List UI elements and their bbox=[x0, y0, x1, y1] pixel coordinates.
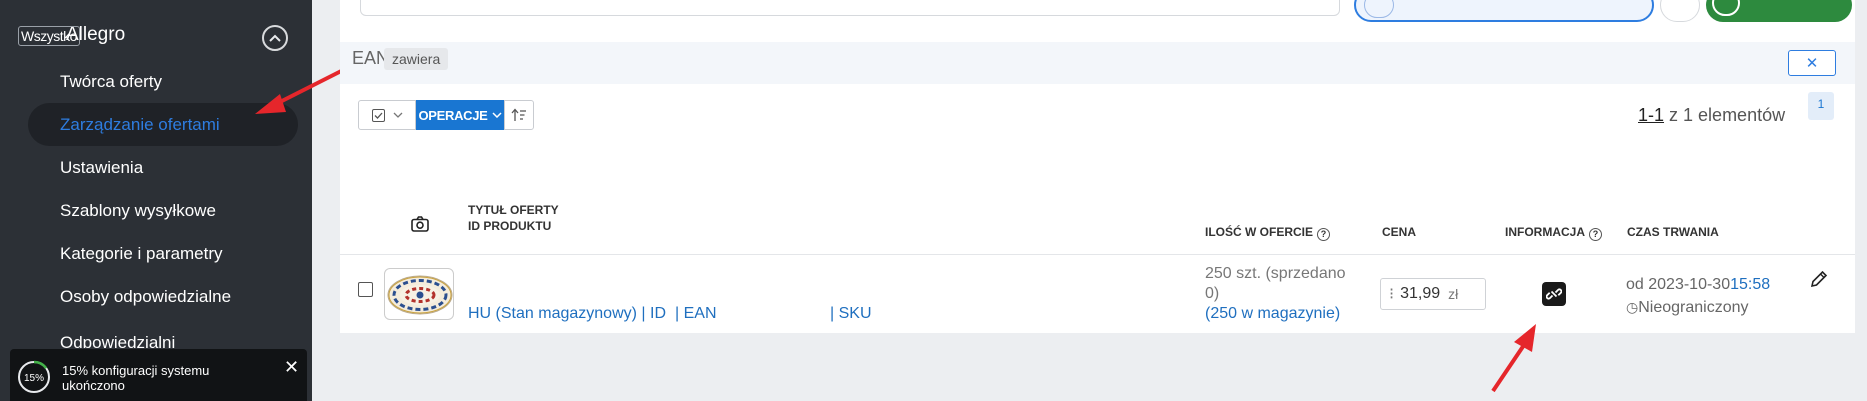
clock-icon: ◷ bbox=[1626, 299, 1639, 315]
chevron-up-icon bbox=[269, 34, 281, 42]
sidebar: Allegro Wszystko Twórca oferty Zarządzan… bbox=[0, 0, 312, 401]
search-button[interactable] bbox=[1706, 0, 1852, 22]
duration-unlimited: Nieograniczony bbox=[1638, 299, 1749, 316]
bulk-select-dropdown[interactable] bbox=[358, 100, 416, 130]
sidebar-item-shipping-templates[interactable]: Szablony wysyłkowe bbox=[28, 189, 298, 232]
sort-icon bbox=[511, 108, 526, 121]
pagination-range[interactable]: 1-1 bbox=[1638, 105, 1664, 125]
header-duration-label: CZAS TRWANIA bbox=[1627, 225, 1719, 239]
sidebar-item-label: Twórca oferty bbox=[60, 71, 163, 91]
toast-text: 15% konfiguracji systemu ukończono bbox=[62, 363, 210, 393]
checkbox-icon bbox=[371, 108, 385, 122]
duration-cell: od 2023-10-3015:58 ◷Nieograniczony bbox=[1626, 274, 1770, 319]
product-thumbnail[interactable] bbox=[384, 268, 454, 320]
filter-circle-button[interactable] bbox=[1660, 0, 1700, 22]
focused-search-field[interactable] bbox=[1354, 0, 1654, 22]
header-product-id-label: ID PRODUKTU bbox=[468, 219, 552, 233]
sidebar-collapse-button[interactable] bbox=[262, 25, 288, 51]
header-information-label: INFORMACJA bbox=[1505, 225, 1585, 239]
sidebar-item-offer-management[interactable]: Zarządzanie ofertami bbox=[28, 103, 298, 146]
field-adornment bbox=[1364, 0, 1394, 18]
sidebar-item-label: Ustawienia bbox=[60, 157, 144, 177]
table-toolbar: OPERACJE bbox=[358, 100, 534, 130]
price-value: 31,99 bbox=[1400, 285, 1441, 302]
column-header-information[interactable]: INFORMACJA? bbox=[1505, 224, 1602, 241]
active-filter-bar: EAN zawiera ✕ bbox=[340, 42, 1855, 84]
filter-operator-chip[interactable]: zawiera bbox=[384, 48, 449, 70]
duration-time: 15:58 bbox=[1730, 276, 1771, 293]
price-field[interactable]: ⁝ 31,99 zł bbox=[1380, 278, 1486, 310]
quantity-cell: 250 szt. (sprzedano 0) (250 w magazynie) bbox=[1205, 264, 1346, 324]
plate-image-icon bbox=[387, 275, 453, 315]
quantity-sold-text: 0) bbox=[1205, 285, 1220, 302]
main-panel: EAN zawiera ✕ OPERACJE 1-1 z 1 elementów… bbox=[340, 0, 1855, 333]
header-title-label: TYTUŁ OFERTY bbox=[468, 203, 559, 217]
quantity-text: 250 szt. (sprzedano bbox=[1205, 265, 1346, 282]
clear-filter-button[interactable]: ✕ bbox=[1788, 50, 1836, 76]
sidebar-item-categories[interactable]: Kategorie i parametry bbox=[28, 232, 298, 275]
product-ean-link[interactable]: | EAN bbox=[675, 305, 717, 323]
sidebar-item-label: Odpowiedzialni bbox=[60, 333, 176, 348]
operations-label: OPERACJE bbox=[418, 107, 488, 123]
sidebar-item-responsible[interactable]: Odpowiedzialni bbox=[28, 318, 298, 348]
search-button-icon bbox=[1712, 0, 1740, 16]
sidebar-item-settings[interactable]: Ustawienia bbox=[28, 146, 298, 189]
pagination-summary: 1-1 z 1 elementów bbox=[1638, 105, 1785, 126]
sort-button[interactable] bbox=[504, 100, 534, 130]
pencil-icon[interactable] bbox=[1808, 268, 1830, 290]
sidebar-item-label: Zarządzanie ofertami bbox=[60, 114, 220, 134]
page-button[interactable]: 1 bbox=[1808, 92, 1834, 120]
progress-ring: 15% bbox=[17, 360, 51, 394]
sidebar-item-label: Kategorie i parametry bbox=[60, 243, 223, 263]
help-icon[interactable]: ? bbox=[1317, 228, 1330, 241]
drag-handle-icon: ⁝ bbox=[1389, 286, 1395, 303]
column-header-quantity[interactable]: ILOŚĆ W OFERCIE? bbox=[1205, 224, 1330, 241]
all-apps-button[interactable]: Wszystko bbox=[18, 26, 80, 46]
operations-button[interactable]: OPERACJE bbox=[416, 100, 504, 130]
camera-icon bbox=[411, 216, 429, 232]
sidebar-menu: Twórca oferty Zarządzanie ofertami Ustaw… bbox=[28, 60, 298, 348]
chevron-down-icon bbox=[393, 112, 402, 118]
close-icon[interactable]: ✕ bbox=[284, 357, 299, 378]
column-header-duration[interactable]: CZAS TRWANIA bbox=[1627, 224, 1719, 240]
sidebar-item-offer-creator[interactable]: Twórca oferty bbox=[28, 60, 298, 103]
help-icon[interactable]: ? bbox=[1589, 228, 1602, 241]
pagination-total: z 1 elementów bbox=[1669, 105, 1786, 125]
row-checkbox[interactable] bbox=[358, 282, 373, 297]
price-currency: zł bbox=[1448, 286, 1459, 302]
search-input[interactable] bbox=[360, 0, 1340, 16]
product-sku-link[interactable]: | SKU bbox=[830, 305, 872, 323]
progress-text: 15% bbox=[24, 373, 44, 384]
column-header-title[interactable]: TYTUŁ OFERTY ID PRODUKTU bbox=[468, 202, 559, 234]
table-header-divider bbox=[340, 254, 1855, 255]
sidebar-item-label: Szablony wysyłkowe bbox=[60, 200, 216, 220]
unlinked-icon[interactable] bbox=[1542, 282, 1566, 306]
header-quantity-label: ILOŚĆ W OFERCIE bbox=[1205, 225, 1313, 239]
sidebar-item-responsible-persons[interactable]: Osoby odpowiedzialne bbox=[28, 275, 298, 318]
column-header-price[interactable]: CENA bbox=[1382, 224, 1416, 240]
header-price-label: CENA bbox=[1382, 225, 1417, 239]
sidebar-item-label: Osoby odpowiedzialne bbox=[60, 286, 232, 306]
product-identifier-link[interactable]: HU (Stan magazynowy) | ID bbox=[468, 305, 666, 323]
duration-date: od 2023-10-30 bbox=[1626, 276, 1731, 293]
stock-link[interactable]: (250 w magazynie) bbox=[1205, 304, 1346, 324]
broken-link-icon bbox=[1546, 288, 1562, 300]
setup-progress-toast: 15% 15% konfiguracji systemu ukończono ✕ bbox=[10, 349, 307, 401]
chevron-down-icon bbox=[492, 112, 502, 118]
